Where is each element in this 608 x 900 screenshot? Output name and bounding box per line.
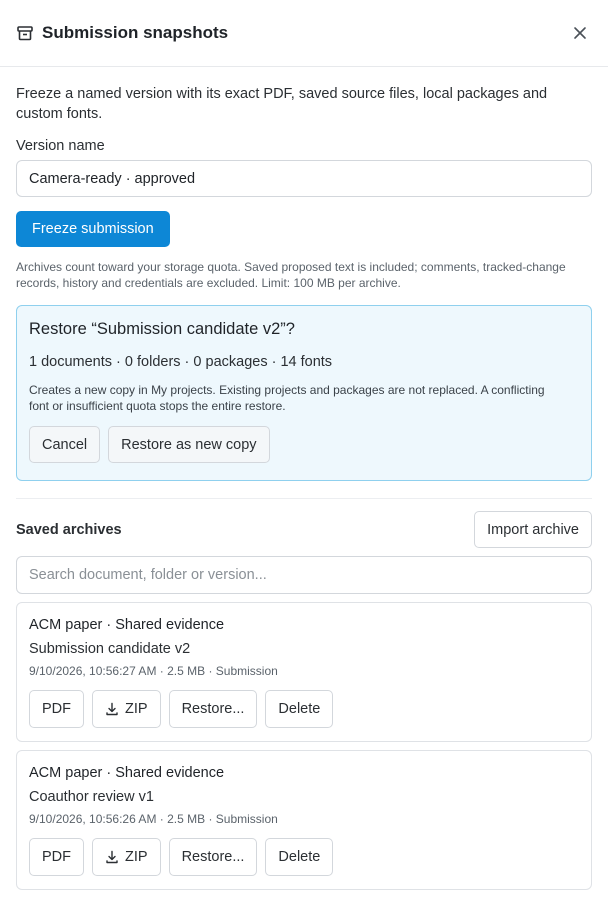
download-icon xyxy=(106,850,118,864)
archive-actions: PDF ZIP Restore... Delete xyxy=(29,838,579,876)
zip-button[interactable]: ZIP xyxy=(92,690,161,728)
cancel-button[interactable]: Cancel xyxy=(29,426,101,463)
freeze-submission-button[interactable]: Freeze submission xyxy=(16,211,170,247)
archive-card: ACM paper · Shared evidence Coauthor rev… xyxy=(16,750,592,890)
close-icon xyxy=(574,27,586,39)
archive-box-icon xyxy=(16,24,34,42)
delete-button[interactable]: Delete xyxy=(265,838,334,876)
close-button[interactable] xyxy=(566,19,594,47)
restore-button[interactable]: Restore... xyxy=(168,690,258,728)
restore-as-new-copy-button[interactable]: Restore as new copy xyxy=(108,426,270,463)
saved-archives-title: Saved archives xyxy=(16,521,122,538)
saved-archives-header: Saved archives Import archive xyxy=(16,511,592,548)
archive-meta: 9/10/2026, 10:56:27 AM · 2.5 MB · Submis… xyxy=(29,664,278,678)
search-placeholder: Search document, folder or version... xyxy=(29,567,267,583)
zip-button[interactable]: ZIP xyxy=(92,838,161,876)
version-name-label: Version name xyxy=(16,138,105,154)
restore-title: Restore “Submission candidate v2”? xyxy=(29,320,295,338)
dialog-body: Freeze a named version with its exact PD… xyxy=(0,67,608,890)
quota-note: Archives count toward your storage quota… xyxy=(16,260,566,290)
dialog-title: Submission snapshots xyxy=(42,23,229,42)
delete-button[interactable]: Delete xyxy=(265,690,334,728)
archive-document-name: ACM paper · Shared evidence xyxy=(29,617,225,633)
version-name-input[interactable]: Camera-ready · approved xyxy=(16,160,592,197)
archive-card: ACM paper · Shared evidence Submission c… xyxy=(16,602,592,742)
restore-actions: Cancel Restore as new copy xyxy=(29,426,579,463)
pdf-button[interactable]: PDF xyxy=(29,690,84,728)
download-icon xyxy=(106,702,118,716)
import-archive-button[interactable]: Import archive xyxy=(474,511,592,548)
restore-confirmation-panel: Restore “Submission candidate v2”? 1 doc… xyxy=(16,305,592,481)
archive-version-name: Coauthor review v1 xyxy=(29,789,154,805)
dialog-header: Submission snapshots xyxy=(0,0,608,67)
archive-document-name: ACM paper · Shared evidence xyxy=(29,765,225,781)
archive-version-name: Submission candidate v2 xyxy=(29,641,191,657)
zip-label: ZIP xyxy=(125,701,148,717)
restore-stats: 1 documents · 0 folders · 0 packages · 1… xyxy=(29,354,333,370)
archive-search-input[interactable]: Search document, folder or version... xyxy=(16,556,592,594)
section-divider xyxy=(16,498,592,499)
submission-snapshots-dialog: Submission snapshots Freeze a named vers… xyxy=(0,0,608,900)
version-name-value: Camera-ready · approved xyxy=(29,170,196,187)
restore-description: Creates a new copy in My projects. Exist… xyxy=(29,383,545,413)
restore-button[interactable]: Restore... xyxy=(168,838,258,876)
intro-text: Freeze a named version with its exact PD… xyxy=(16,86,548,122)
pdf-button[interactable]: PDF xyxy=(29,838,84,876)
archive-meta: 9/10/2026, 10:56:26 AM · 2.5 MB · Submis… xyxy=(29,812,278,826)
zip-label: ZIP xyxy=(125,849,148,865)
archive-actions: PDF ZIP Restore... Delete xyxy=(29,690,579,728)
